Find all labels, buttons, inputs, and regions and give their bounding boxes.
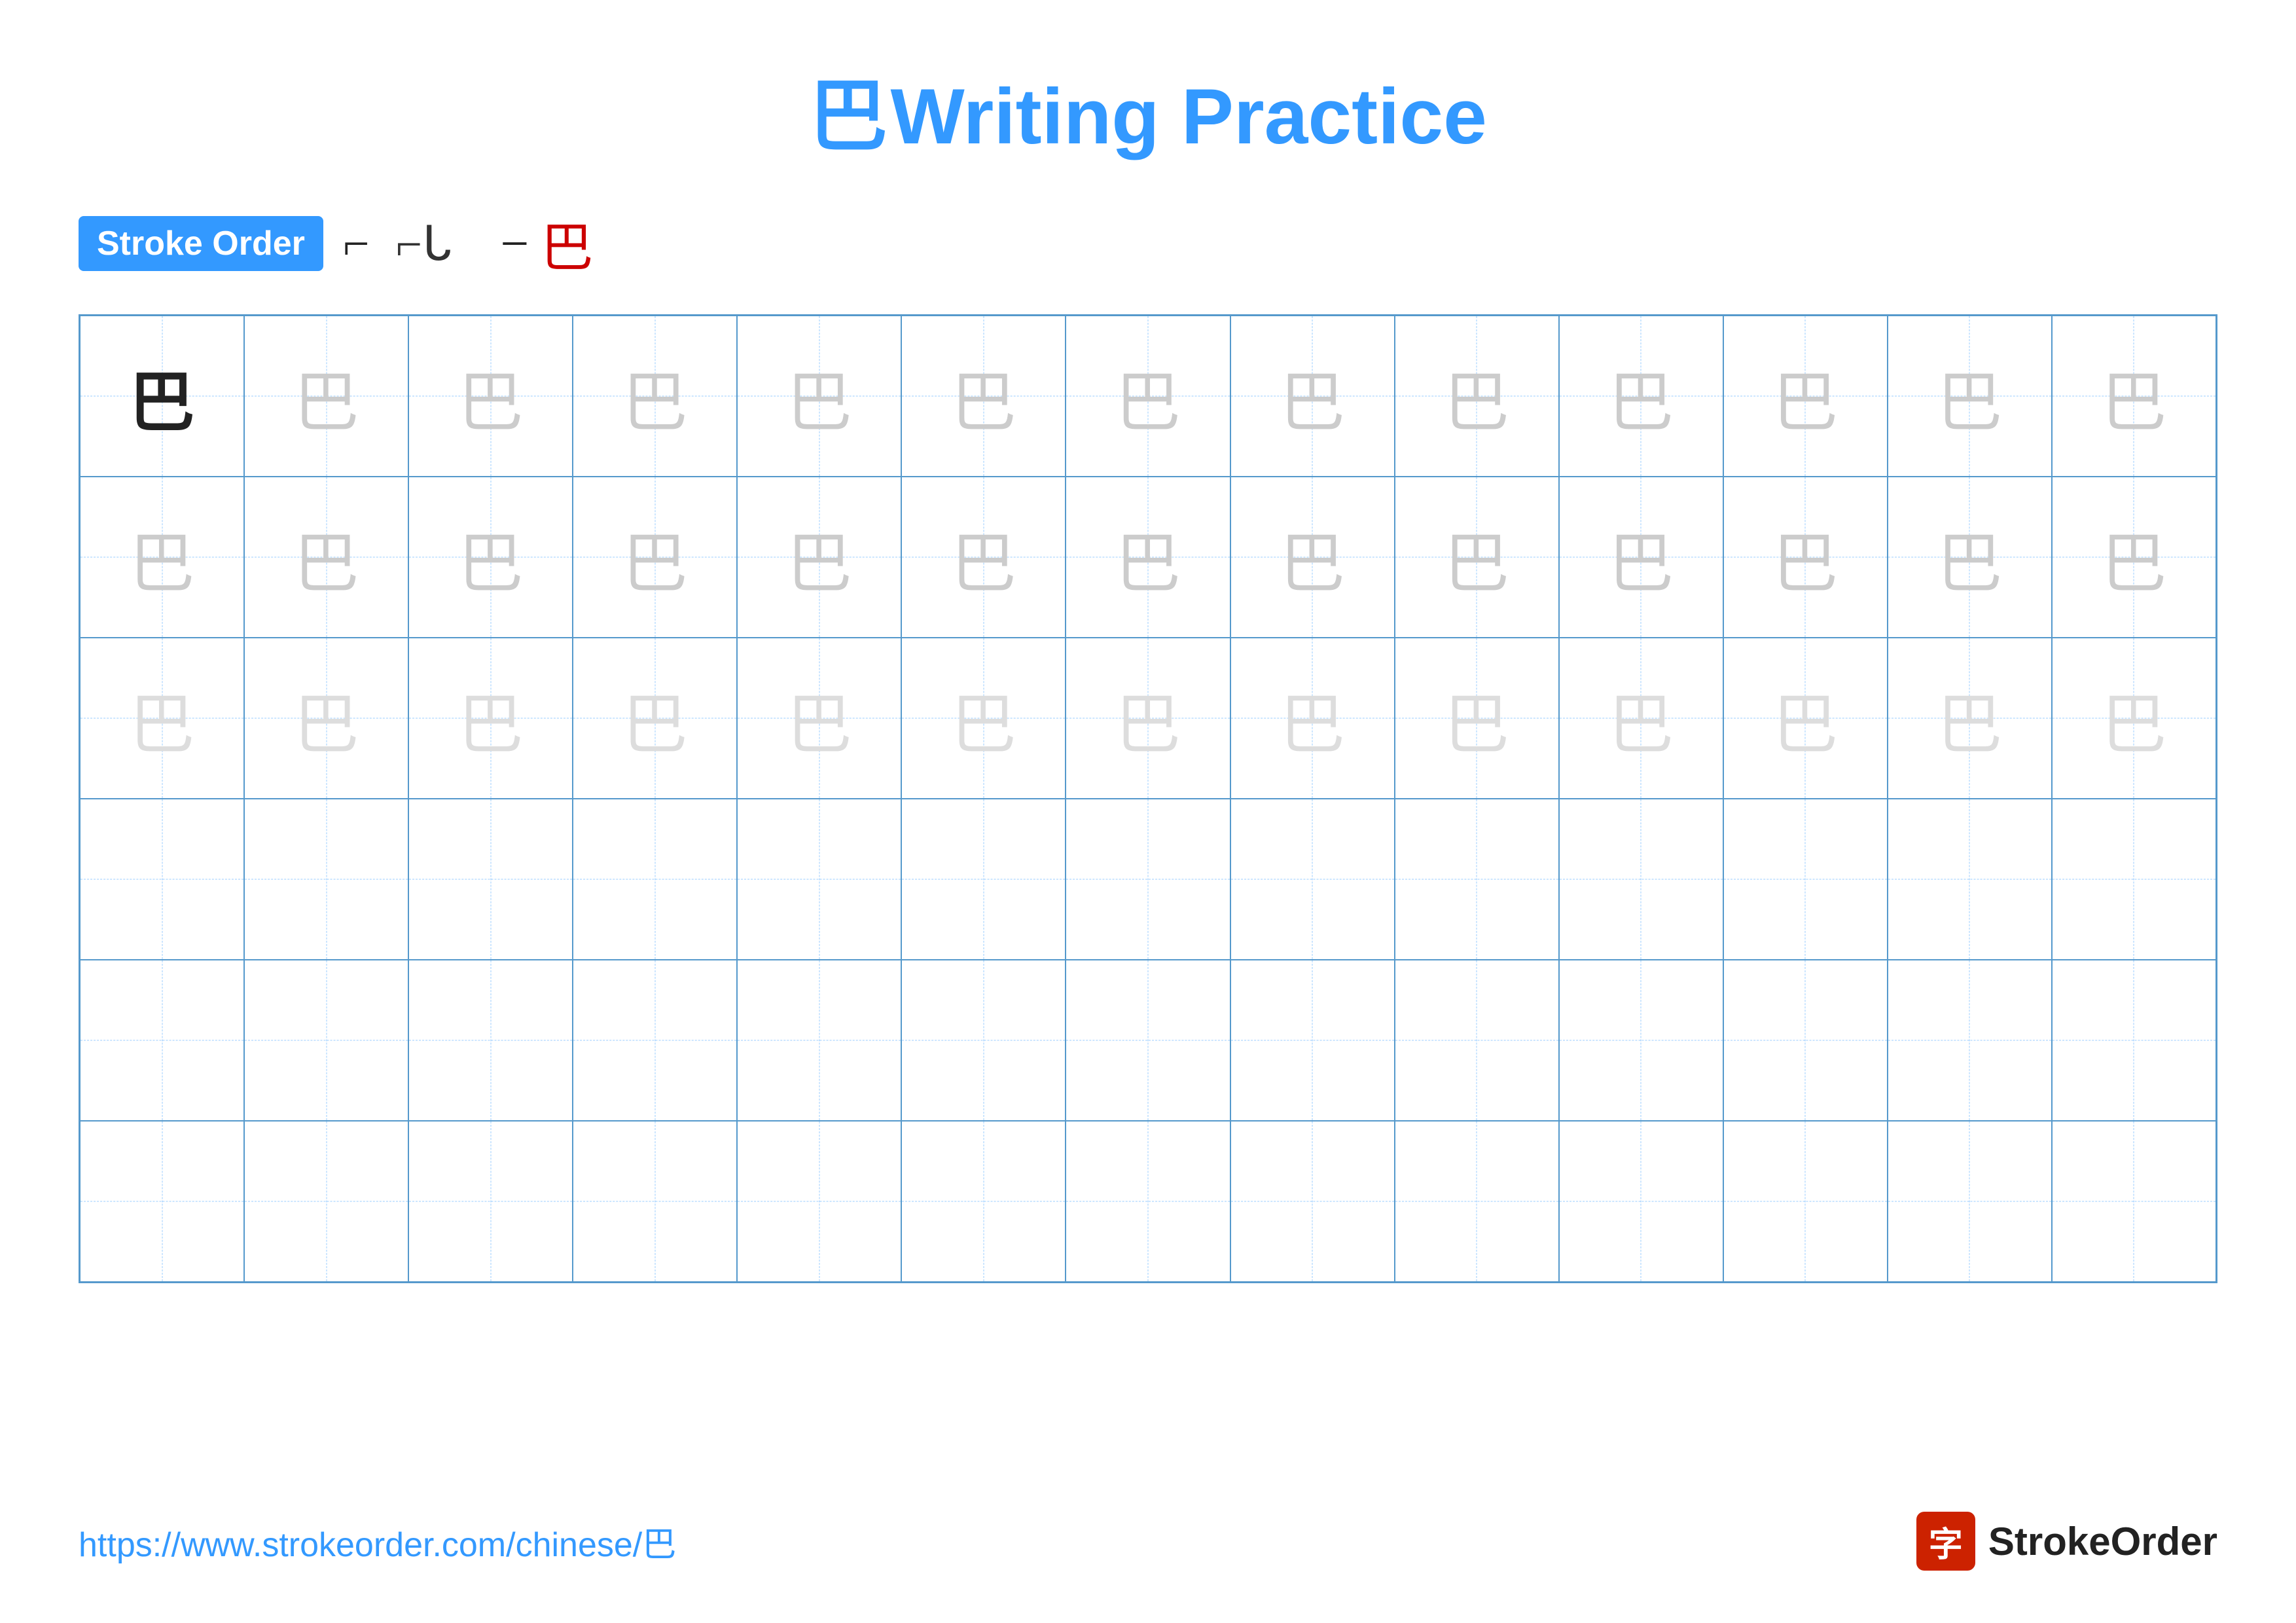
grid-cell-4-4[interactable] [737,960,901,1121]
grid-cell-0-2[interactable]: 巴 [408,316,573,477]
grid-cell-3-1[interactable] [244,799,408,960]
grid-cell-3-10[interactable] [1723,799,1888,960]
grid-cell-0-12[interactable]: 巴 [2052,316,2216,477]
grid-cell-2-12[interactable]: 巴 [2052,638,2216,799]
title-writing-practice: Writing Practice [891,73,1487,160]
grid-cell-2-0[interactable]: 巴 [80,638,244,799]
stroke-step-3: 巴̶ [478,217,514,271]
title-area: 巴 Writing Practice [79,52,2217,166]
grid-cell-1-10[interactable]: 巴 [1723,477,1888,638]
grid-cell-4-3[interactable] [573,960,737,1121]
grid-cell-0-8[interactable]: 巴 [1395,316,1559,477]
grid-cell-4-2[interactable] [408,960,573,1121]
footer: https://www.strokeorder.com/chinese/巴 字 … [79,1512,2217,1571]
grid-cell-0-5[interactable]: 巴 [901,316,1066,477]
grid-cell-5-0[interactable] [80,1121,244,1282]
grid-cell-4-12[interactable] [2052,960,2216,1121]
grid-cell-1-8[interactable]: 巴 [1395,477,1559,638]
grid-cell-5-7[interactable] [1230,1121,1395,1282]
footer-url: https://www.strokeorder.com/chinese/巴 [79,1517,676,1566]
grid-cell-0-3[interactable]: 巴 [573,316,737,477]
grid-cell-3-3[interactable] [573,799,737,960]
grid-cell-2-11[interactable]: 巴 [1888,638,2052,799]
grid-cell-0-1[interactable]: 巴 [244,316,408,477]
grid-cell-2-3[interactable]: 巴 [573,638,737,799]
stroke-steps: ⌐ ⌐ᒐ 巴̶ 巴 [343,206,593,282]
grid-cell-5-9[interactable] [1559,1121,1723,1282]
grid-cell-3-11[interactable] [1888,799,2052,960]
grid-cell-3-7[interactable] [1230,799,1395,960]
grid-cell-1-4[interactable]: 巴 [737,477,901,638]
brand-icon: 字 [1916,1512,1975,1571]
stroke-step-2: ⌐ᒐ [396,216,452,272]
grid-cell-3-0[interactable] [80,799,244,960]
grid-cell-5-1[interactable] [244,1121,408,1282]
grid-cell-5-12[interactable] [2052,1121,2216,1282]
title-char: 巴 [809,73,888,160]
grid-cell-3-8[interactable] [1395,799,1559,960]
grid-cell-5-10[interactable] [1723,1121,1888,1282]
brand-name: StrokeOrder [1988,1519,2217,1564]
grid-cell-5-2[interactable] [408,1121,573,1282]
grid-cell-2-2[interactable]: 巴 [408,638,573,799]
grid-cell-0-10[interactable]: 巴 [1723,316,1888,477]
grid-cell-3-6[interactable] [1066,799,1230,960]
grid-cell-1-6[interactable]: 巴 [1066,477,1230,638]
grid-cell-1-12[interactable]: 巴 [2052,477,2216,638]
stroke-order-row: Stroke Order ⌐ ⌐ᒐ 巴̶ 巴 [79,206,2217,282]
grid-cell-1-3[interactable]: 巴 [573,477,737,638]
grid-cell-5-3[interactable] [573,1121,737,1282]
grid-cell-2-10[interactable]: 巴 [1723,638,1888,799]
grid-cell-4-10[interactable] [1723,960,1888,1121]
grid-cell-5-6[interactable] [1066,1121,1230,1282]
grid-cell-5-4[interactable] [737,1121,901,1282]
grid-cell-2-1[interactable]: 巴 [244,638,408,799]
grid-cell-0-4[interactable]: 巴 [737,316,901,477]
grid-cell-4-1[interactable] [244,960,408,1121]
grid-cell-4-11[interactable] [1888,960,2052,1121]
grid-cell-4-9[interactable] [1559,960,1723,1121]
grid-cell-1-7[interactable]: 巴 [1230,477,1395,638]
grid-cell-1-1[interactable]: 巴 [244,477,408,638]
page-content: 巴 Writing Practice Stroke Order ⌐ ⌐ᒐ 巴̶ … [0,0,2296,1336]
grid-cell-4-8[interactable] [1395,960,1559,1121]
stroke-step-4-final: 巴 [541,206,593,282]
grid-cell-1-0[interactable]: 巴 [80,477,244,638]
grid-cell-5-5[interactable] [901,1121,1066,1282]
grid-cell-3-5[interactable] [901,799,1066,960]
grid-cell-3-12[interactable] [2052,799,2216,960]
stroke-step-1: ⌐ [343,217,370,271]
grid-cell-1-11[interactable]: 巴 [1888,477,2052,638]
grid-cell-0-9[interactable]: 巴 [1559,316,1723,477]
grid-cell-0-6[interactable]: 巴 [1066,316,1230,477]
grid-cell-5-11[interactable] [1888,1121,2052,1282]
grid-cell-1-2[interactable]: 巴 [408,477,573,638]
grid-cell-4-0[interactable] [80,960,244,1121]
grid-cell-3-9[interactable] [1559,799,1723,960]
footer-brand: 字 StrokeOrder [1916,1512,2217,1571]
grid-cell-4-6[interactable] [1066,960,1230,1121]
grid-cell-1-5[interactable]: 巴 [901,477,1066,638]
grid-cell-5-8[interactable] [1395,1121,1559,1282]
grid-cell-0-11[interactable]: 巴 [1888,316,2052,477]
grid-cell-3-4[interactable] [737,799,901,960]
grid-cell-2-7[interactable]: 巴 [1230,638,1395,799]
grid-cell-0-0[interactable]: 巴 [80,316,244,477]
grid-cell-0-7[interactable]: 巴 [1230,316,1395,477]
stroke-order-badge: Stroke Order [79,216,323,271]
grid-cell-2-5[interactable]: 巴 [901,638,1066,799]
grid-cell-2-9[interactable]: 巴 [1559,638,1723,799]
grid-cell-3-2[interactable] [408,799,573,960]
grid-cell-2-6[interactable]: 巴 [1066,638,1230,799]
grid-cell-4-5[interactable] [901,960,1066,1121]
grid-cell-2-4[interactable]: 巴 [737,638,901,799]
grid-cell-1-9[interactable]: 巴 [1559,477,1723,638]
grid-cell-2-8[interactable]: 巴 [1395,638,1559,799]
practice-grid: 巴巴巴巴巴巴巴巴巴巴巴巴巴巴巴巴巴巴巴巴巴巴巴巴巴巴巴巴巴巴巴巴巴巴巴巴巴巴巴 [79,314,2217,1283]
grid-cell-4-7[interactable] [1230,960,1395,1121]
